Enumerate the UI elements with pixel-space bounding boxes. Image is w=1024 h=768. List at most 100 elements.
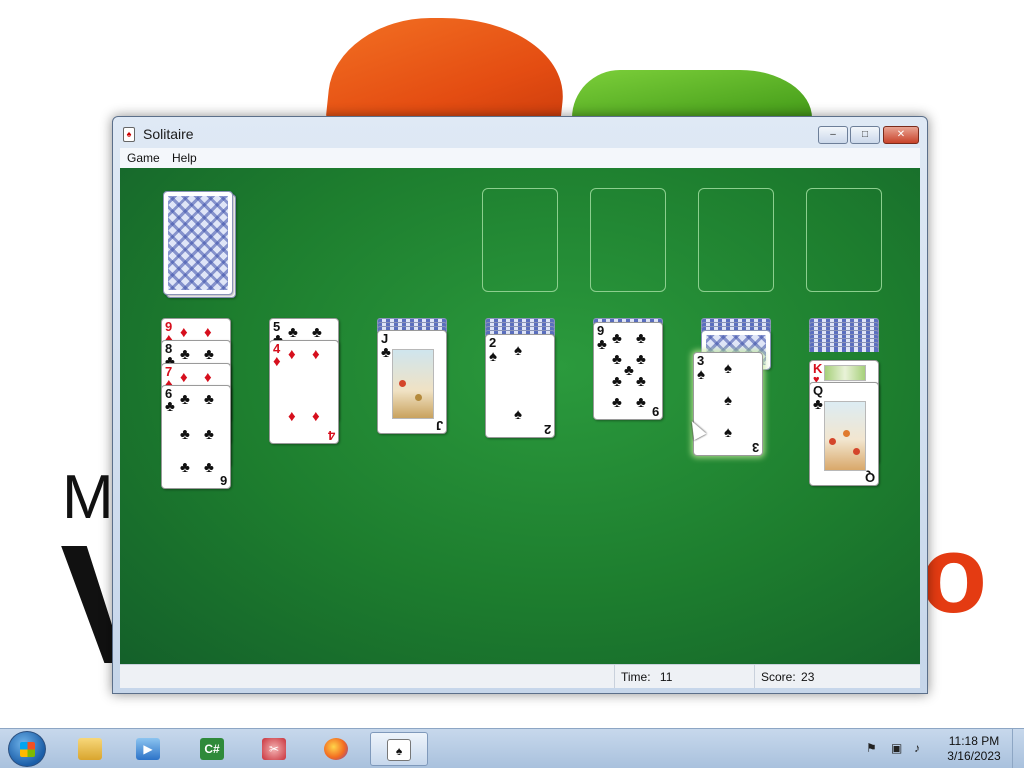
spade-icon: ♠ xyxy=(514,342,522,359)
taskbar-csharp[interactable]: C# xyxy=(186,732,238,766)
score-value: 23 xyxy=(801,670,815,684)
minimize-button[interactable]: – xyxy=(818,126,848,144)
club-icon: ♣ xyxy=(165,398,175,415)
diamond-icon: ♦ xyxy=(204,324,212,341)
score-display: Score: 23 xyxy=(754,665,914,688)
club-icon: ♣ xyxy=(636,330,646,347)
solitaire-app-icon: ♠ xyxy=(123,127,135,142)
clock-time: 11:18 PM xyxy=(948,734,1000,748)
spade-icon: ♠ xyxy=(724,360,732,377)
wallpaper-letter-o: o xyxy=(920,513,988,636)
taskbar-solitaire[interactable]: ♠ xyxy=(370,732,428,766)
club-icon: ♣ xyxy=(204,426,214,443)
card-rank-bottom: Q xyxy=(864,470,875,485)
club-icon: ♣ xyxy=(612,330,622,347)
club-icon: ♣ xyxy=(180,391,190,408)
card-rank-bottom: 4 xyxy=(327,428,335,443)
menu-help[interactable]: Help xyxy=(172,151,197,165)
queen-artwork xyxy=(824,401,866,471)
spade-icon: ♠ xyxy=(724,392,732,409)
club-icon: ♣ xyxy=(612,351,622,368)
foundation-slot-2[interactable] xyxy=(590,188,666,292)
tableau-card[interactable]: 6 ♣ ♣ ♣ ♣ ♣ ♣ ♣ 6 xyxy=(161,385,231,489)
tableau-card[interactable]: 2 ♠ ♠ ♠ 2 xyxy=(485,334,555,438)
club-icon: ♣ xyxy=(204,391,214,408)
tableau-card[interactable]: 9 ♣ ♣ ♣ ♣ ♣ ♣ ♣ ♣ ♣ ♣ 9 xyxy=(593,322,663,420)
clock-date: 3/16/2023 xyxy=(947,749,1001,763)
king-artwork xyxy=(824,365,866,381)
maximize-button[interactable]: □ xyxy=(850,126,880,144)
club-icon: ♣ xyxy=(381,344,391,361)
tableau-card-jack[interactable]: J ♣ J xyxy=(377,330,447,434)
taskbar-firefox[interactable] xyxy=(310,732,362,766)
spade-icon: ♠ xyxy=(489,348,497,365)
action-center-flag-icon[interactable]: ⚑ xyxy=(866,742,879,755)
csharp-icon: C# xyxy=(200,738,224,760)
diamond-icon: ♦ xyxy=(288,408,296,425)
taskbar-media-player[interactable]: ▶ xyxy=(122,732,174,766)
time-label: Time: xyxy=(621,670,651,684)
card-rank-bottom: 9 xyxy=(651,404,659,419)
windows-logo-icon xyxy=(20,742,35,757)
tableau-card-queen[interactable]: Q ♣ Q xyxy=(809,382,879,486)
menu-bar: Game Help xyxy=(120,148,920,168)
taskbar-explorer[interactable] xyxy=(64,732,116,766)
diamond-icon: ♦ xyxy=(288,346,296,363)
jack-artwork xyxy=(392,349,434,419)
diamond-icon: ♦ xyxy=(312,408,320,425)
foundation-slot-3[interactable] xyxy=(698,188,774,292)
spade-icon: ♠ xyxy=(514,406,522,423)
club-icon: ♣ xyxy=(636,394,646,411)
facedown-card-edge xyxy=(809,346,879,352)
show-desktop-button[interactable] xyxy=(1012,729,1024,768)
club-icon: ♣ xyxy=(612,373,622,390)
game-board: 9 ♦ ♦ ♦ 8 ♣ ♣ ♣ 7 ♦ ♦ ♦ 6 ♣ ♣ ♣ ♣ ♣ ♣ ♣ … xyxy=(120,168,920,664)
window-title: Solitaire xyxy=(143,126,194,142)
volume-icon[interactable]: ♪ xyxy=(914,742,927,755)
club-icon: ♣ xyxy=(180,426,190,443)
club-icon: ♣ xyxy=(204,459,214,476)
club-icon: ♣ xyxy=(180,459,190,476)
club-icon: ♣ xyxy=(813,396,823,413)
card-rank-bottom: J xyxy=(435,418,443,433)
club-icon: ♣ xyxy=(597,336,607,353)
foundation-slot-1[interactable] xyxy=(482,188,558,292)
status-bar: Time: 11 Score: 23 xyxy=(120,664,920,688)
solitaire-icon: ♠ xyxy=(387,739,411,761)
solitaire-window: ♠ Solitaire – □ ✕ Game Help 9 ♦ ♦ ♦ 8 ♣ … xyxy=(112,116,928,694)
network-icon[interactable]: ▣ xyxy=(891,742,904,755)
close-button[interactable]: ✕ xyxy=(883,126,919,144)
stock-pile[interactable] xyxy=(163,191,233,295)
menu-game[interactable]: Game xyxy=(127,151,160,165)
dragged-card[interactable]: 3 ♠ ♠ ♠ ♠ 3 xyxy=(693,352,763,456)
spade-icon: ♠ xyxy=(724,424,732,441)
title-bar[interactable]: ♠ Solitaire – □ ✕ xyxy=(113,117,927,147)
time-display: Time: 11 xyxy=(614,665,754,688)
club-icon: ♣ xyxy=(624,362,634,379)
club-icon: ♣ xyxy=(612,394,622,411)
card-rank-bottom: 2 xyxy=(543,422,551,437)
club-icon: ♣ xyxy=(180,346,190,363)
media-player-icon: ▶ xyxy=(136,738,160,760)
card-rank-bottom: 6 xyxy=(219,473,227,488)
snipping-tool-icon: ✂ xyxy=(262,738,286,760)
time-value: 11 xyxy=(659,670,673,684)
club-icon: ♣ xyxy=(636,373,646,390)
card-rank-bottom: 3 xyxy=(751,440,759,455)
diamond-icon: ♦ xyxy=(312,346,320,363)
start-button[interactable] xyxy=(8,731,46,767)
spade-icon: ♠ xyxy=(697,366,705,383)
taskbar-snipping-tool[interactable]: ✂ xyxy=(248,732,300,766)
tableau-card[interactable]: 4 ♦ ♦ ♦ ♦ ♦ 4 xyxy=(269,340,339,444)
firefox-icon xyxy=(324,738,348,760)
diamond-icon: ♦ xyxy=(204,369,212,386)
score-label: Score: xyxy=(761,670,796,684)
diamond-icon: ♦ xyxy=(180,324,188,341)
system-clock[interactable]: 11:18 PM 3/16/2023 xyxy=(940,734,1008,764)
club-icon: ♣ xyxy=(288,324,298,341)
diamond-icon: ♦ xyxy=(273,353,281,370)
windows-explorer-icon xyxy=(78,738,102,760)
club-icon: ♣ xyxy=(204,346,214,363)
foundation-slot-4[interactable] xyxy=(806,188,882,292)
club-icon: ♣ xyxy=(312,324,322,341)
